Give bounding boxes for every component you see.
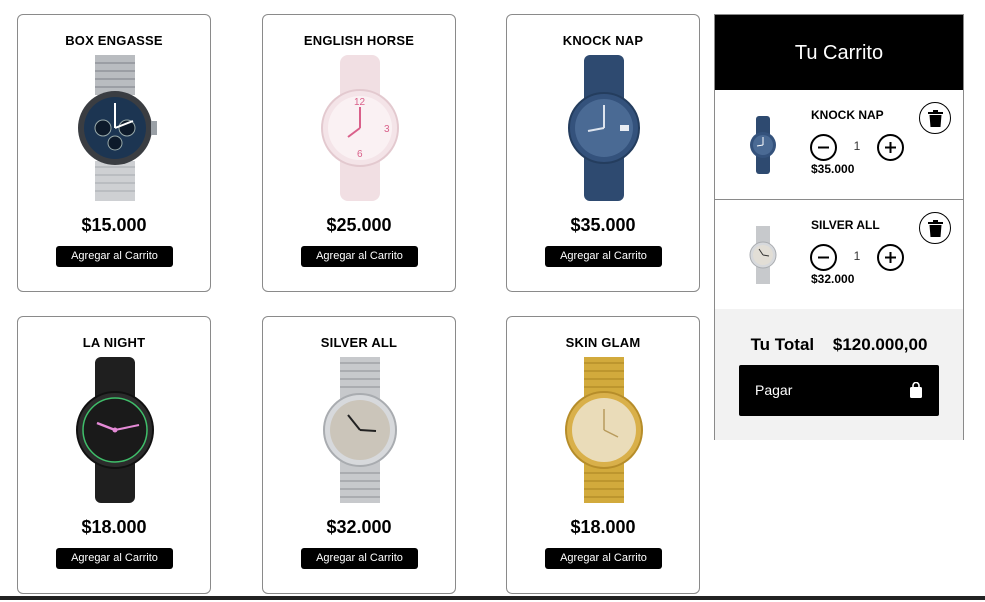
watch-image [565,357,643,503]
cart-summary: Tu Total $120.000,00 Pagar [715,309,963,440]
add-to-cart-button[interactable]: Agregar al Carrito [301,246,418,267]
product-price: $25.000 [326,215,392,235]
product-card-box-engasse: BOX ENGASSE $15.000 Agregar al Carrito [17,14,211,292]
increase-quantity-button[interactable] [877,244,904,271]
pay-button-label: Pagar [755,382,793,398]
minus-icon [818,256,829,259]
cart-item: KNOCK NAP 1 $35.000 [715,90,963,200]
decrease-quantity-button[interactable] [810,244,837,271]
svg-text:6: 6 [357,149,363,160]
product-card-knock-nap: KNOCK NAP $35.000 Agregar al Carrito [506,14,700,292]
shopping-bag-icon [910,382,922,398]
total-label: Tu Total [750,335,815,354]
total-row: Tu Total $120.000,00 [715,335,963,355]
plus-icon [885,252,896,263]
product-name: LA NIGHT [82,335,146,350]
cart-item-name: KNOCK NAP [811,108,884,122]
add-to-cart-button[interactable]: Agregar al Carrito [56,548,173,569]
add-to-cart-button[interactable]: Agregar al Carrito [56,246,173,267]
product-name: KNOCK NAP [562,33,644,48]
trash-icon [928,110,943,127]
minus-icon [818,146,829,149]
quantity-value: 1 [853,249,861,263]
watch-image [78,55,157,201]
product-price: $18.000 [570,517,636,537]
watch-thumbnail [749,226,777,284]
product-price: $18.000 [81,517,147,537]
product-price: $15.000 [81,215,147,235]
product-card-silver-all: SILVER ALL $32.000 Agregar al Carrito [262,316,456,594]
product-name: BOX ENGASSE [65,33,163,48]
product-card-english-horse: ENGLISH HORSE 12 3 6 $25.000 Agregar al … [262,14,456,292]
increase-quantity-button[interactable] [877,134,904,161]
svg-text:3: 3 [384,124,390,135]
add-to-cart-button[interactable]: Agregar al Carrito [545,548,662,569]
quantity-stepper: 1 [810,244,910,271]
decrease-quantity-button[interactable] [810,134,837,161]
product-name: ENGLISH HORSE [303,33,415,48]
trash-icon [928,220,943,237]
add-to-cart-button[interactable]: Agregar al Carrito [545,246,662,267]
watch-image [323,357,397,503]
plus-icon [885,142,896,153]
remove-item-button[interactable] [919,102,951,134]
product-name: SKIN GLAM [565,335,641,350]
watch-image: 12 3 6 [321,55,399,201]
cart-item: SILVER ALL 1 $32.000 [715,200,963,310]
cart-item-price: $32.000 [811,272,855,286]
watch-image [76,357,154,503]
svg-text:12: 12 [354,97,366,108]
quantity-value: 1 [853,139,861,153]
product-card-la-night: LA NIGHT $18.000 Agregar al Carrito [17,316,211,594]
product-name: SILVER ALL [320,335,398,350]
cart-title: Tu Carrito [715,15,963,90]
product-price: $32.000 [326,517,392,537]
cart-item-name: SILVER ALL [811,218,880,232]
cart-panel: Tu Carrito KNOCK NAP 1 $35.000 SILVER AL… [714,14,964,440]
product-card-skin-glam: SKIN GLAM $18.000 Agregar al Carrito [506,316,700,594]
pay-button[interactable]: Pagar [739,365,939,416]
total-value: $120.000,00 [832,335,928,354]
cart-item-price: $35.000 [811,162,855,176]
bottom-divider [0,596,985,600]
remove-item-button[interactable] [919,212,951,244]
add-to-cart-button[interactable]: Agregar al Carrito [301,548,418,569]
product-price: $35.000 [570,215,636,235]
watch-image [568,55,640,201]
watch-thumbnail [750,116,776,174]
quantity-stepper: 1 [810,134,910,161]
